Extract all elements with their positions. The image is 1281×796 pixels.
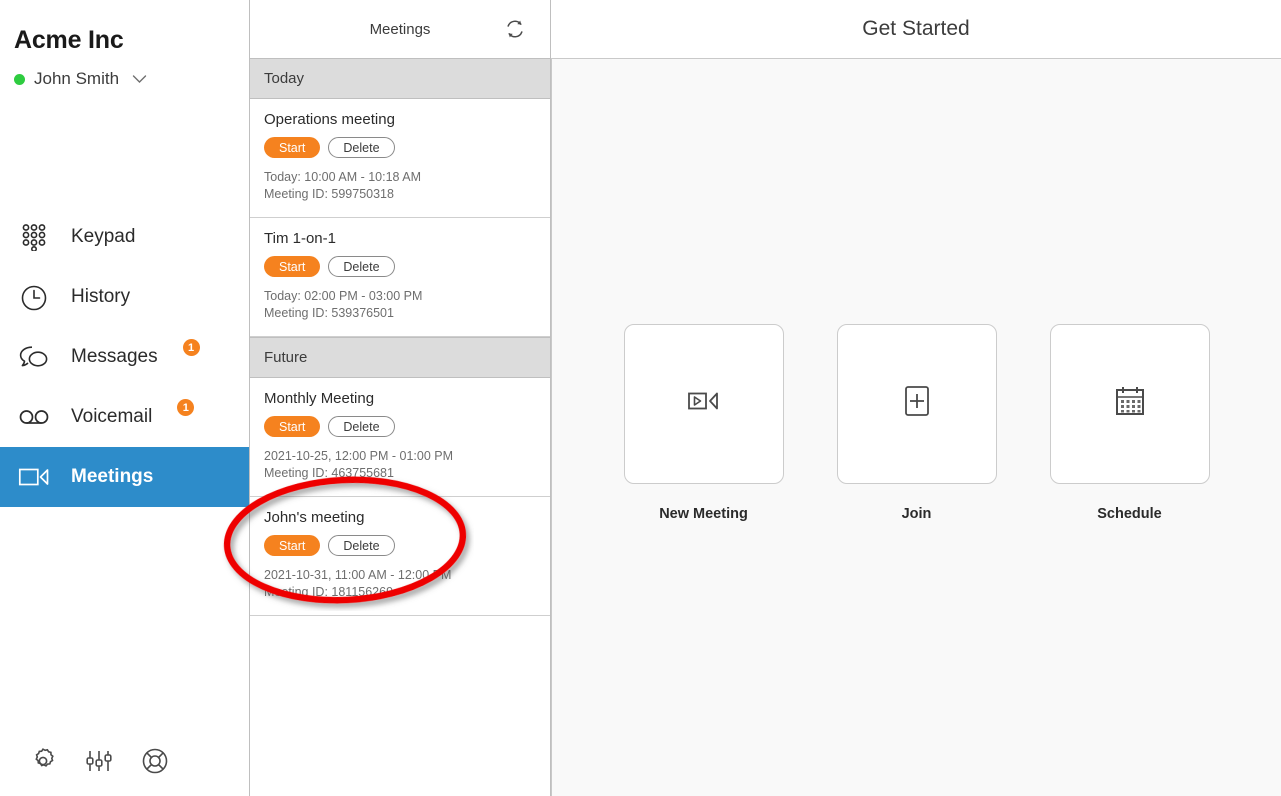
voicemail-badge: 1 [177,399,194,416]
page-title: Get Started [862,17,969,41]
meeting-actions: Start Delete [264,256,536,277]
meeting-time: 2021-10-25, 12:00 PM - 01:00 PM [264,448,536,465]
section-header-future: Future [250,337,550,378]
meetings-panel-title: Meetings [370,21,431,38]
sidebar-item-meetings[interactable]: Meetings [0,447,249,507]
gear-icon[interactable] [26,744,60,778]
delete-button[interactable]: Delete [328,416,394,437]
calendar-icon [1113,384,1147,423]
meeting-title: Monthly Meeting [264,390,536,407]
sidebar-footer [0,744,249,778]
meeting-time: Today: 10:00 AM - 10:18 AM [264,169,536,186]
user-account-switcher[interactable]: John Smith [0,55,249,89]
schedule-card[interactable]: Schedule [1050,324,1210,522]
sidebar-item-label: Voicemail [71,406,152,428]
sidebar-item-label: Messages [71,346,158,368]
meeting-actions: Start Delete [264,137,536,158]
meetings-panel-header: Meetings [250,0,550,58]
meeting-actions: Start Delete [264,535,536,556]
new-meeting-card[interactable]: New Meeting [624,324,784,522]
presence-status-dot [14,74,25,85]
sidebar-nav: Keypad History [0,207,249,507]
messages-badge: 1 [183,339,200,356]
section-header-today: Today [250,58,550,99]
meeting-id: Meeting ID: 181156269 [264,584,536,601]
clock-icon [17,280,51,314]
sidebar-item-voicemail[interactable]: Voicemail 1 [0,387,249,447]
brand-title: Acme Inc [0,0,249,55]
meeting-id: Meeting ID: 599750318 [264,186,536,203]
meeting-time: 2021-10-31, 11:00 AM - 12:00 PM [264,567,536,584]
meeting-title: John's meeting [264,509,536,526]
user-name-label: John Smith [34,69,119,89]
join-card[interactable]: Join [837,324,997,522]
sidebar-item-history[interactable]: History [0,267,249,327]
start-button[interactable]: Start [264,256,320,277]
sidebar-item-messages[interactable]: Messages 1 [0,327,249,387]
start-button[interactable]: Start [264,137,320,158]
join-card-label: Join [902,506,932,522]
delete-button[interactable]: Delete [328,137,394,158]
app-window: Acme Inc John Smith [0,0,1281,796]
chat-icon [17,340,51,374]
refresh-icon[interactable] [502,16,528,42]
new-meeting-card-label: New Meeting [659,506,748,522]
get-started-cards: New Meeting Join [551,58,1281,796]
sidebar-item-label: Keypad [71,226,135,248]
meeting-id: Meeting ID: 463755681 [264,465,536,482]
sliders-icon[interactable] [82,744,116,778]
meeting-title: Operations meeting [264,111,536,128]
chevron-down-icon [132,74,147,84]
meeting-list-item-johns-meeting[interactable]: John's meeting Start Delete 2021-10-31, … [250,497,550,616]
meeting-title: Tim 1-on-1 [264,230,536,247]
voicemail-icon [17,400,51,434]
schedule-card-tile[interactable] [1050,324,1210,484]
join-card-tile[interactable] [837,324,997,484]
meeting-time: Today: 02:00 PM - 03:00 PM [264,288,536,305]
meetings-panel: Meetings Today Operations meeting Start … [249,0,551,796]
plus-square-icon [902,384,932,423]
schedule-card-label: Schedule [1097,506,1161,522]
keypad-icon [17,220,51,254]
sidebar: Acme Inc John Smith [0,0,249,796]
delete-button[interactable]: Delete [328,535,394,556]
main-content: Get Started New Meeting [551,0,1281,796]
start-button[interactable]: Start [264,416,320,437]
meeting-list-item[interactable]: Monthly Meeting Start Delete 2021-10-25,… [250,378,550,497]
main-header: Get Started [551,0,1281,58]
meeting-actions: Start Delete [264,416,536,437]
sidebar-item-label: Meetings [71,466,153,488]
meeting-list-item[interactable]: Operations meeting Start Delete Today: 1… [250,99,550,218]
video-icon [17,460,51,494]
meeting-id: Meeting ID: 539376501 [264,305,536,322]
video-camera-icon [684,386,724,421]
meeting-list-item[interactable]: Tim 1-on-1 Start Delete Today: 02:00 PM … [250,218,550,337]
sidebar-item-keypad[interactable]: Keypad [0,207,249,267]
new-meeting-card-tile[interactable] [624,324,784,484]
start-button[interactable]: Start [264,535,320,556]
lifebuoy-icon[interactable] [138,744,172,778]
delete-button[interactable]: Delete [328,256,394,277]
sidebar-item-label: History [71,286,130,308]
